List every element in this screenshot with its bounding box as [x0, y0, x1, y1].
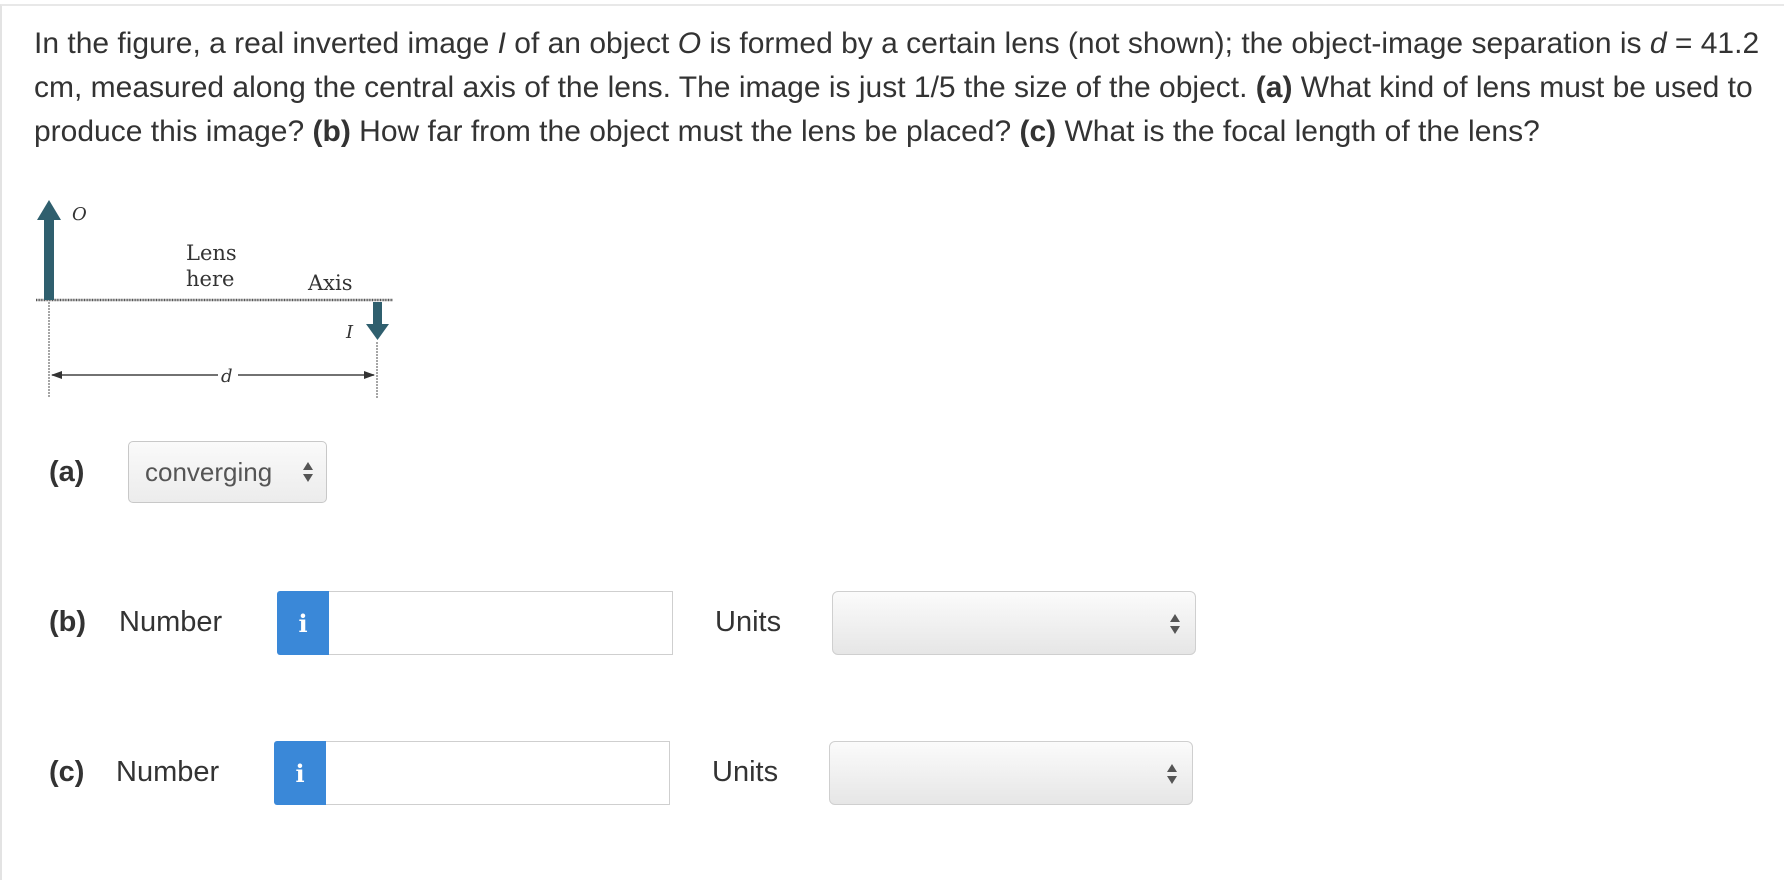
object-arrow-shaft [44, 218, 54, 300]
part-b-number-input[interactable] [329, 591, 673, 655]
select-arrows-icon [1167, 764, 1177, 784]
part-b-label: (b) [49, 606, 87, 638]
object-label: O [72, 204, 87, 225]
select-arrows-icon [303, 462, 313, 482]
part-c-units-label: Units [712, 756, 779, 788]
image-label: I [345, 322, 354, 343]
distance-arrow-left [51, 371, 62, 379]
distance-arrow-right [364, 371, 375, 379]
part-a-label: (a) [49, 456, 85, 488]
lens-figure: O Lens here Axis I d [28, 190, 408, 410]
image-arrow-head [366, 324, 389, 340]
part-b-info-icon[interactable]: i [277, 591, 329, 655]
lens-type-select[interactable]: converging [128, 441, 327, 503]
part-b-units-label: Units [715, 606, 782, 638]
part-c-label: (c) [49, 756, 85, 788]
image-arrow-shaft [373, 302, 382, 326]
lens-here-label-line2: here [186, 267, 234, 291]
part-b-number-label: Number [119, 606, 223, 638]
lens-here-label-line1: Lens [186, 241, 237, 265]
part-c-number-input[interactable] [326, 741, 670, 805]
lens-type-selected-value: converging [145, 456, 273, 487]
distance-label: d [221, 366, 233, 387]
select-arrows-icon [1170, 614, 1180, 634]
question-text: In the figure, a real inverted image I o… [34, 27, 1760, 148]
part-c-info-icon[interactable]: i [274, 741, 326, 805]
part-c-number-label: Number [116, 756, 220, 788]
part-c-units-select[interactable] [829, 741, 1193, 805]
axis-label: Axis [307, 271, 353, 295]
lens-diagram: O Lens here Axis I d [36, 200, 393, 398]
part-b-units-select[interactable] [832, 591, 1196, 655]
object-arrow-head [37, 200, 61, 220]
